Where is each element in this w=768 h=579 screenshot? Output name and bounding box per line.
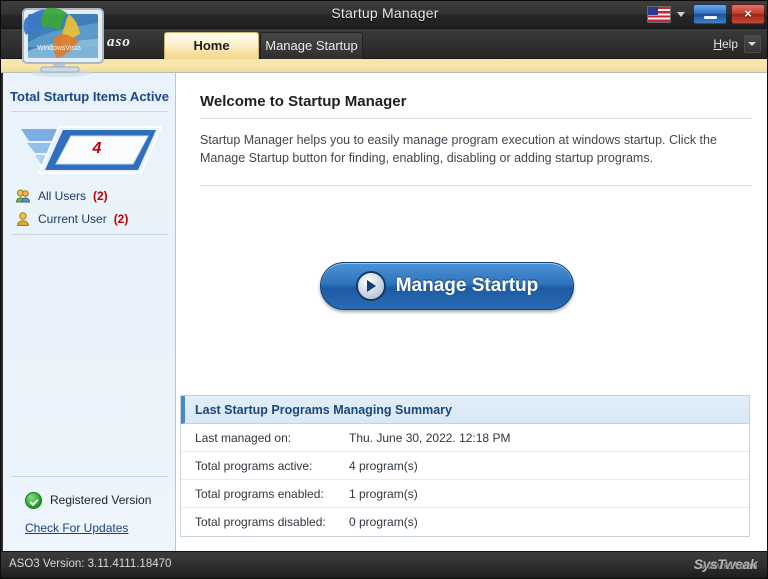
- tab-home[interactable]: Home: [164, 32, 259, 59]
- current-user-count: (2): [114, 212, 129, 226]
- sidebar-divider-bottom: [11, 234, 168, 235]
- summary-panel: Last Startup Programs Managing Summary L…: [180, 395, 750, 537]
- help-area: Help: [713, 35, 761, 53]
- help-link[interactable]: Help: [713, 37, 738, 51]
- minimize-button[interactable]: [693, 4, 727, 24]
- watermark-subtext: www.xdn.com: [701, 561, 757, 572]
- main-content: Welcome to Startup Manager Startup Manag…: [176, 73, 767, 551]
- green-check-icon: [25, 492, 42, 509]
- play-circle-icon: [356, 271, 386, 301]
- intro-text: Startup Manager helps you to easily mana…: [200, 131, 760, 167]
- current-user-icon: [15, 211, 31, 227]
- sidebar-footer: Registered Version Check For Updates: [3, 487, 176, 551]
- summary-value: 4 program(s): [349, 459, 749, 473]
- summary-value: Thu. June 30, 2022. 12:18 PM: [349, 431, 749, 445]
- current-user-label: Current User: [38, 212, 107, 226]
- close-button[interactable]: ×: [731, 4, 765, 24]
- all-users-icon: [15, 188, 31, 204]
- brand-logo-text: aso: [107, 34, 131, 51]
- summary-header: Last Startup Programs Managing Summary: [181, 396, 749, 424]
- summary-label: Last managed on:: [181, 431, 349, 445]
- tab-manage-startup[interactable]: Manage Startup: [260, 32, 363, 59]
- table-row: Total programs disabled: 0 program(s): [181, 508, 749, 536]
- summary-value: 1 program(s): [349, 487, 749, 501]
- chevron-down-icon[interactable]: [744, 35, 761, 53]
- divider-bottom: [200, 185, 752, 186]
- registered-status: Registered Version: [3, 487, 176, 513]
- tab-bar: aso Home Manage Startup Help: [1, 29, 768, 59]
- active-items-count: 4: [15, 119, 165, 179]
- help-accel-letter: H: [713, 37, 722, 51]
- summary-label: Total programs disabled:: [181, 515, 349, 529]
- check-for-updates-link[interactable]: Check For Updates: [3, 521, 176, 535]
- table-row: Last managed on: Thu. June 30, 2022. 12:…: [181, 424, 749, 452]
- registered-label: Registered Version: [50, 493, 151, 507]
- page-title: Welcome to Startup Manager: [200, 93, 406, 110]
- sidebar: Total Startup Items Active 4: [3, 73, 176, 551]
- summary-value: 0 program(s): [349, 515, 749, 529]
- sidebar-item-all-users[interactable]: All Users (2): [15, 188, 108, 204]
- speed-meter-icon: 4: [15, 119, 165, 179]
- help-label-rest: elp: [722, 37, 738, 51]
- sidebar-title: Total Startup Items Active: [3, 89, 176, 104]
- version-text: ASO3 Version: 3.11.4111.18470: [9, 558, 171, 570]
- title-bar: Startup Manager ×: [1, 1, 768, 29]
- status-bar: ASO3 Version: 3.11.4111.18470 SysTweak w…: [1, 551, 768, 578]
- chevron-down-icon[interactable]: [677, 12, 685, 17]
- sidebar-divider-top: [11, 111, 168, 112]
- us-flag-icon[interactable]: [647, 6, 671, 23]
- all-users-count: (2): [93, 189, 108, 203]
- startup-manager-window: Startup Manager × aso Home Manage Startu…: [0, 0, 768, 579]
- systweak-watermark: SysTweak www.xdn.com: [694, 556, 757, 572]
- body-area: Total Startup Items Active 4: [3, 73, 767, 551]
- all-users-label: All Users: [38, 189, 86, 203]
- summary-label: Total programs enabled:: [181, 487, 349, 501]
- sidebar-divider-footer: [11, 476, 168, 477]
- summary-label: Total programs active:: [181, 459, 349, 473]
- table-row: Total programs active: 4 program(s): [181, 452, 749, 480]
- close-icon: ×: [732, 5, 764, 23]
- manage-startup-button[interactable]: Manage Startup: [320, 262, 574, 310]
- window-controls: ×: [647, 4, 765, 24]
- manage-startup-label: Manage Startup: [396, 275, 539, 297]
- table-row: Total programs enabled: 1 program(s): [181, 480, 749, 508]
- sidebar-item-current-user[interactable]: Current User (2): [15, 211, 128, 227]
- accent-strip: [1, 59, 768, 73]
- divider-top: [200, 118, 752, 119]
